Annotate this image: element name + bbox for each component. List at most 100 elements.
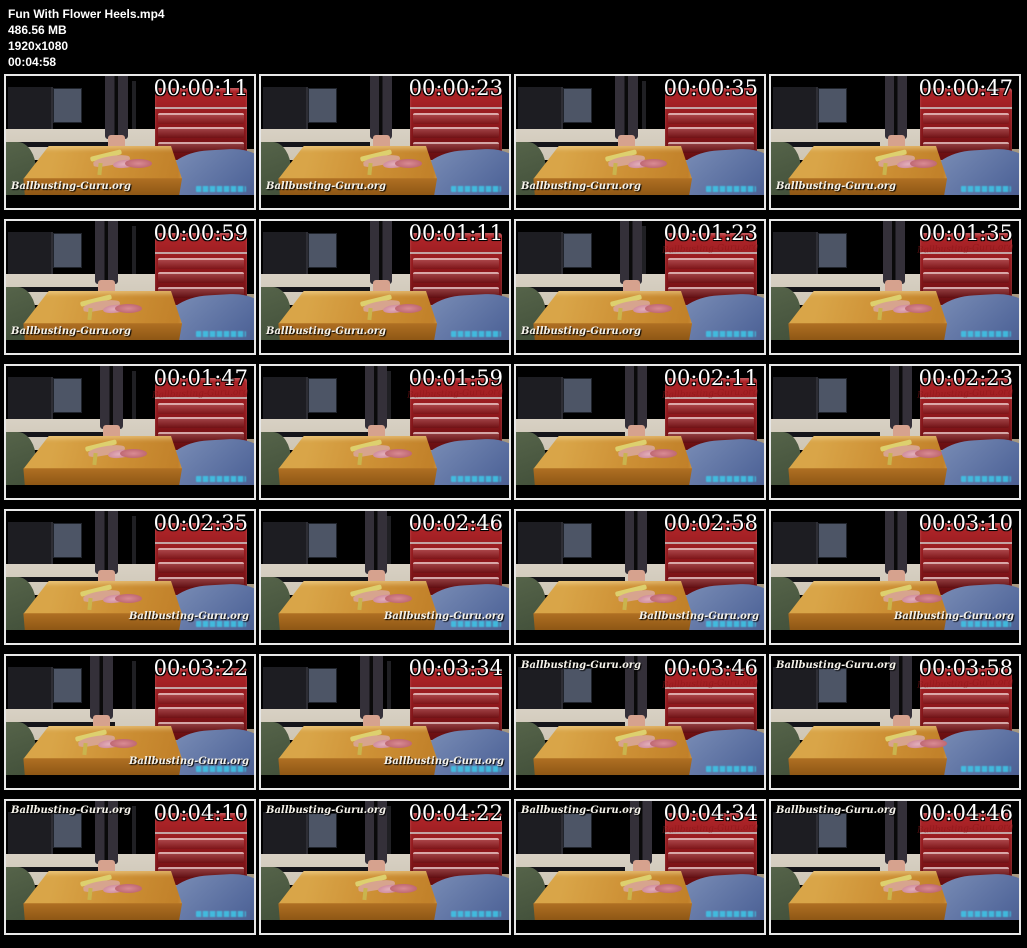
gym-equipment-shape [8,521,53,567]
gym-equipment-shape [8,86,53,132]
file-name: Fun With Flower Heels.mp4 [8,7,165,21]
heel-spike-shape [886,887,893,901]
heel-spike-shape [886,452,893,466]
site-watermark: Ballbusting-Guru.org [776,660,897,671]
cyan-watermark [961,331,1011,337]
cyan-watermark [451,331,501,337]
pink-object-shape [649,593,678,603]
toolbox-drawer-shape [922,112,1009,124]
toolbox-drawer-shape [412,112,499,124]
toolbox-drawer-shape [157,272,244,284]
background-monitor-shape [818,377,848,413]
thumbnail[interactable]: 00:03:22 Ballbusting-Guru.org [4,654,256,790]
thumbnail[interactable]: 00:02:23 Ballbusting-Guru.org [769,364,1021,500]
background-monitor-shape [53,522,83,558]
thumbnail[interactable]: 00:01:47 Ballbusting-Guru.org [4,364,256,500]
wood-board-front-shape [788,323,948,342]
heel-spike-shape [357,597,363,611]
background-monitor-shape [53,812,83,848]
timestamp-overlay: 00:01:59 [408,366,503,390]
thumbnail[interactable]: 00:00:47 Ballbusting-Guru.org [769,74,1021,210]
thumbnail[interactable]: 00:02:58 Ballbusting-Guru.org [514,509,766,645]
timestamp-overlay: 00:03:34 [408,656,503,680]
site-watermark: Ballbusting-Guru.org [128,611,249,622]
letterbox-bar [771,920,1019,933]
thumbnail[interactable]: 00:01:35 Ballbusting-Guru.org [769,219,1021,355]
timestamp-overlay: 00:03:46 [663,656,758,680]
file-info-header: Fun With Flower Heels.mp4 486.56 MB 1920… [0,0,1027,70]
pink-object-shape [125,158,153,168]
toolbox-drawer-shape [157,112,244,124]
thumbnail[interactable]: 00:03:58 Ballbusting-Guru.org Ballbustin… [769,654,1021,790]
barbell-shape [780,722,881,727]
pink-object-shape [649,448,678,458]
barbell-shape [525,287,626,292]
pink-object-shape [914,448,943,458]
thumbnail[interactable]: 00:02:11 Ballbusting-Guru.org [514,364,766,500]
file-size: 486.56 MB [8,23,67,37]
wood-board-front-shape [533,468,693,487]
gym-equipment-shape [263,86,308,132]
barbell-shape [780,142,881,147]
wood-board-front-shape [23,903,183,922]
background-monitor-shape [53,87,83,123]
video-frame-preview: 00:01:35 Ballbusting-Guru.org [771,221,1019,353]
thumbnail[interactable]: 00:00:23 Ballbusting-Guru.org [259,74,511,210]
thumbnail[interactable]: 00:01:11 Ballbusting-Guru.org [259,219,511,355]
gym-equipment-shape [518,666,563,712]
barbell-shape [270,287,371,292]
background-monitor-shape [563,377,593,413]
video-frame-preview: 00:02:46 Ballbusting-Guru.org [261,511,509,643]
thumbnail[interactable]: 00:03:34 Ballbusting-Guru.org [259,654,511,790]
thumbnail[interactable]: 00:04:46 Ballbusting-Guru.org Ballbustin… [769,799,1021,935]
video-frame-preview: 00:00:47 Ballbusting-Guru.org [771,76,1019,208]
thumbnail[interactable]: 00:02:35 Ballbusting-Guru.org [4,509,256,645]
gym-equipment-shape [263,811,308,857]
pink-object-shape [385,593,413,603]
barbell-shape [525,142,626,147]
timestamp-overlay: 00:02:58 [663,511,758,535]
letterbox-bar [516,485,764,498]
timestamp-overlay: 00:00:59 [153,221,248,245]
thumbnail[interactable]: 00:01:23 Ballbusting-Guru.org Ballbustin… [514,219,766,355]
thumbnail[interactable]: 00:00:59 Ballbusting-Guru.org [4,219,256,355]
gym-equipment-shape [263,666,308,712]
site-watermark: Ballbusting-Guru.org [11,805,132,816]
thumbnail[interactable]: 00:03:46 Ballbusting-Guru.org Ballbustin… [514,654,766,790]
toolbox-drawer-shape [412,692,499,704]
thumbnail[interactable]: 00:04:10 Ballbusting-Guru.org [4,799,256,935]
thumbnail[interactable]: 00:04:34 Ballbusting-Guru.org Ballbustin… [514,799,766,935]
site-watermark: Ballbusting-Guru.org [11,181,132,192]
letterbox-bar [771,340,1019,353]
toolbox-drawer-shape [667,852,754,864]
pink-object-shape [654,883,683,893]
background-monitor-shape [308,667,338,703]
heel-spike-shape [886,597,893,611]
toolbox-drawer-shape [667,692,754,704]
thumbnail[interactable]: 00:03:10 Ballbusting-Guru.org [769,509,1021,645]
heel-spike-shape [617,307,623,321]
thumbnail[interactable]: 00:02:46 Ballbusting-Guru.org [259,509,511,645]
wood-board-front-shape [788,903,948,922]
thumbnail[interactable]: 00:00:35 Ballbusting-Guru.org [514,74,766,210]
toolbox-trim-shape [154,542,247,545]
thumbnail[interactable]: 00:00:11 Ballbusting-Guru.org [4,74,256,210]
video-frame-preview: 00:03:34 Ballbusting-Guru.org [261,656,509,788]
thumbnail[interactable]: 00:01:59 Ballbusting-Guru.org [259,364,511,500]
letterbox-bar [6,630,254,643]
letterbox-bar [771,775,1019,788]
site-watermark: Ballbusting-Guru.org [266,181,387,192]
letterbox-bar [261,775,509,788]
site-watermark: Ballbusting-Guru.org [893,611,1014,622]
heel-spike-shape [622,597,628,611]
timestamp-overlay: 00:00:23 [408,76,503,100]
legs-shape [620,221,643,285]
thumbnail[interactable]: 00:04:22 Ballbusting-Guru.org [259,799,511,935]
legs-shape [882,221,905,285]
wood-board-front-shape [533,758,693,777]
toolbox-drawer-shape [412,837,499,849]
toolbox-drawer-shape [667,837,754,849]
legs-shape [625,511,648,575]
heel-spike-shape [881,162,888,176]
barbell-shape [270,577,371,582]
